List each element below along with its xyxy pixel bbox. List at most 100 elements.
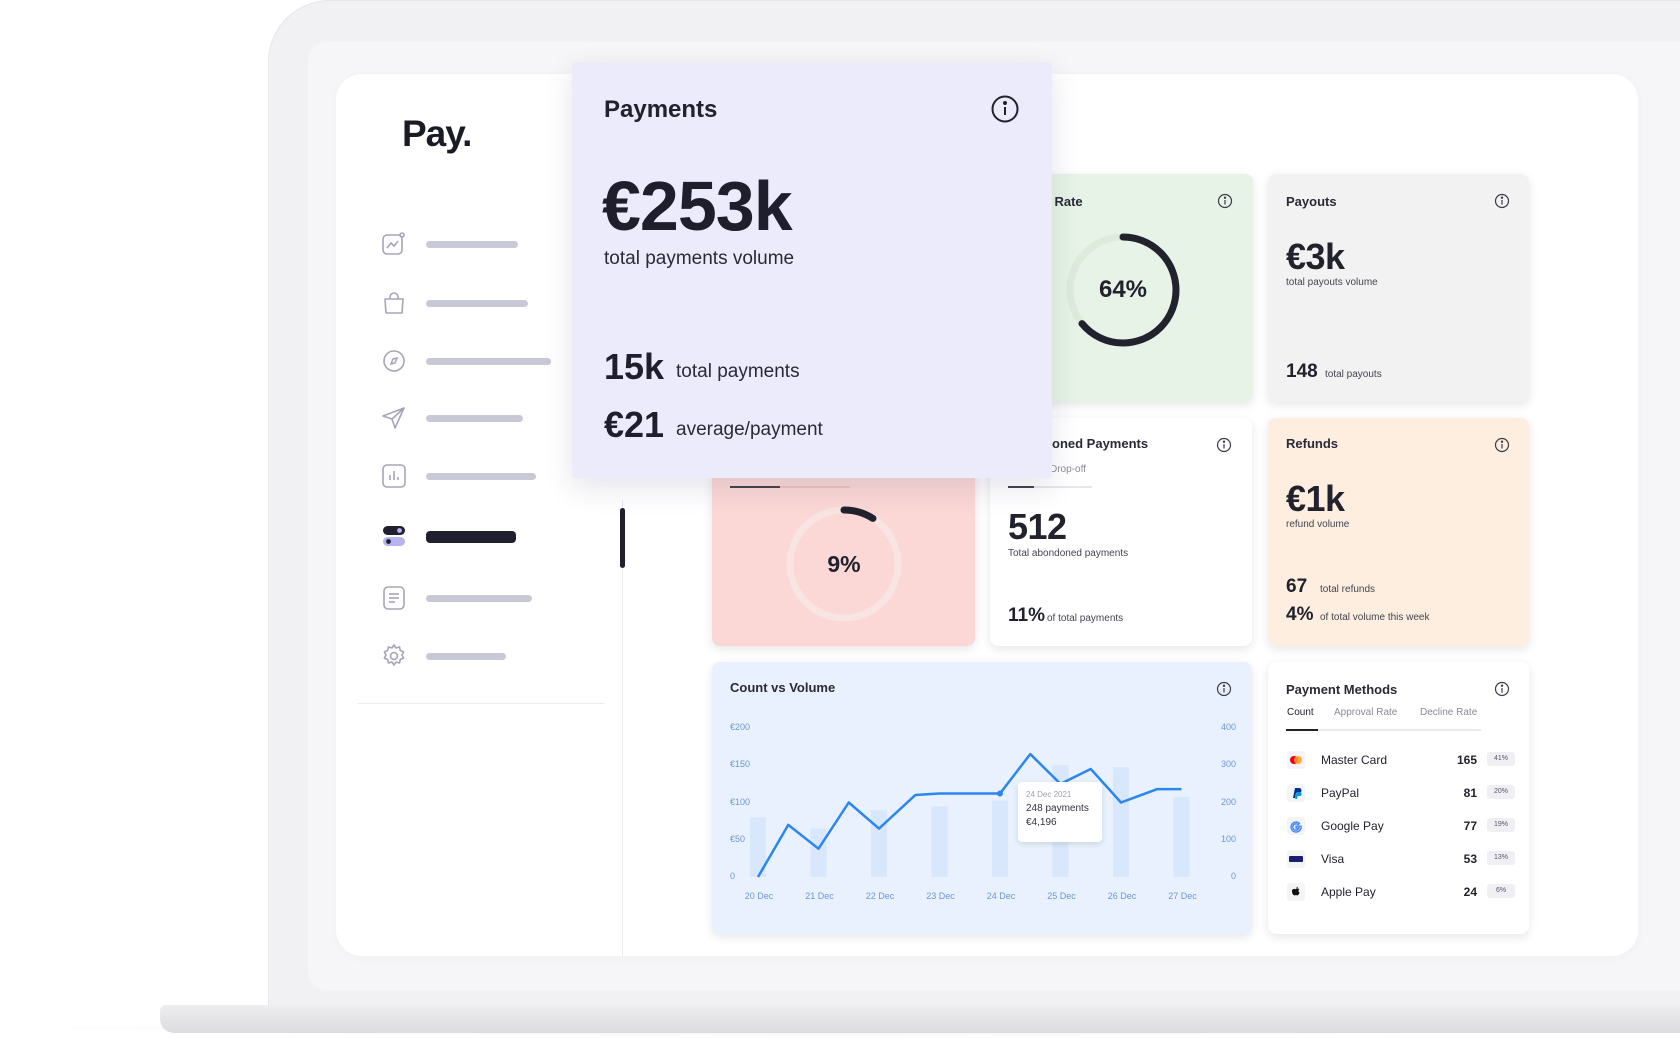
nav-label-placeholder — [426, 653, 506, 660]
laptop-base — [160, 1005, 1680, 1033]
nav-item-send[interactable] — [380, 404, 580, 434]
chart-bar — [810, 828, 827, 877]
sidebar-divider-bottom — [358, 703, 604, 704]
refunds-share: 4% — [1286, 604, 1314, 625]
abandoned-share-label: of total payments — [1047, 613, 1124, 624]
payouts-count: 148 — [1286, 361, 1318, 382]
payment-method-row[interactable]: Google Pay 77 19% — [1287, 814, 1515, 838]
nav-item-shop[interactable] — [380, 289, 580, 319]
toggles-icon — [383, 526, 405, 546]
chart-bar — [1113, 767, 1129, 877]
payments-title: Payments — [604, 96, 718, 123]
payments-card[interactable]: Payments €253k total payments volume 15k… — [572, 62, 1052, 478]
payments-average: €21 — [604, 404, 665, 445]
refunds-title: Refunds — [1286, 436, 1338, 451]
payouts-title: Payouts — [1286, 194, 1337, 209]
payments-count-label: total payments — [676, 361, 800, 382]
tab-underline-active — [1008, 486, 1034, 488]
nav-item-reports[interactable] — [380, 462, 580, 492]
tooltip-payments: 248 payments — [1026, 803, 1089, 814]
nav-label-placeholder — [426, 415, 523, 422]
count-vs-volume-chart — [750, 752, 1190, 878]
payment-method-count: 77 — [1463, 819, 1477, 833]
gear-icon — [383, 644, 405, 666]
payment-method-row[interactable]: Visa 53 13% — [1287, 847, 1515, 871]
payment-method-name: Google Pay — [1321, 819, 1384, 833]
payment-method-row[interactable]: Master Card 165 41% — [1287, 748, 1515, 772]
bar-chart-icon — [382, 464, 406, 488]
apple-pay-icon — [1287, 883, 1305, 901]
info-icon[interactable] — [1494, 681, 1510, 697]
payment-method-row[interactable]: PayPal 81 20% — [1287, 781, 1515, 805]
tab-decline-rate[interactable]: Decline Rate — [1420, 707, 1477, 718]
tab-approval-rate[interactable]: Approval Rate — [1334, 707, 1397, 718]
payouts-card[interactable]: Payouts €3k total payouts volume 148 tot… — [1268, 174, 1529, 402]
info-icon[interactable] — [1494, 193, 1510, 209]
chart-bar — [992, 800, 1008, 877]
scroll-indicator[interactable] — [620, 508, 625, 568]
payment-method-count: 81 — [1463, 786, 1477, 800]
abandoned-count-label: Total abondoned payments — [1008, 548, 1129, 559]
payment-method-percent: 13% — [1487, 851, 1515, 865]
google-pay-icon — [1287, 817, 1305, 835]
chart-bar — [871, 809, 887, 877]
nav-item-analytics[interactable] — [380, 230, 580, 260]
payment-method-name: Master Card — [1321, 753, 1388, 767]
nav-label-placeholder — [426, 241, 518, 248]
decline-rate-value: 9% — [827, 551, 861, 577]
nav-label-placeholder — [426, 473, 536, 480]
nav-label-placeholder — [426, 595, 532, 602]
nav-label-placeholder — [426, 300, 528, 307]
abandoned-count: 512 — [1008, 506, 1067, 547]
tabs-underline-active — [1286, 729, 1318, 731]
payment-method-row[interactable]: Apple Pay 24 6% — [1287, 880, 1515, 904]
info-icon[interactable] — [1217, 193, 1233, 209]
visa-icon — [1287, 850, 1305, 868]
payment-method-name: Apple Pay — [1321, 885, 1376, 899]
tab-drop-off[interactable]: Drop-off — [1050, 464, 1086, 475]
nav-item-explore[interactable] — [380, 347, 580, 377]
shopping-bag-icon — [384, 292, 404, 314]
document-icon — [383, 586, 405, 610]
paypal-icon — [1287, 784, 1305, 802]
refunds-volume-label: refund volume — [1286, 519, 1350, 530]
nav-label-placeholder — [426, 358, 551, 365]
payment-method-count: 53 — [1463, 852, 1477, 866]
count-vs-volume-card[interactable]: Count vs Volume 0 €50 €100 €150 €200 0 100 200 3… — [712, 662, 1252, 934]
payment-method-name: PayPal — [1321, 786, 1360, 800]
nav-item-payments[interactable] — [380, 522, 580, 552]
payment-method-percent: 6% — [1487, 884, 1515, 898]
payment-method-percent: 19% — [1487, 818, 1515, 832]
chart-point — [997, 790, 1003, 797]
approval-rate-value: 64% — [1098, 276, 1148, 303]
payment-method-percent: 41% — [1487, 752, 1515, 766]
payouts-volume: €3k — [1286, 236, 1345, 277]
send-icon — [382, 407, 405, 429]
info-icon[interactable] — [990, 94, 1020, 124]
nav-item-documents[interactable] — [380, 584, 580, 614]
payouts-count-label: total payouts — [1325, 369, 1382, 380]
chart-bar — [1173, 796, 1190, 877]
refunds-share-label: of total volume this week — [1320, 612, 1430, 623]
info-icon[interactable] — [1494, 437, 1510, 453]
approval-rate-card[interactable]: al Rate 64% — [1020, 174, 1253, 402]
abandoned-share: 11% — [1008, 605, 1045, 626]
chart-tooltip: 24 Dec 2021 248 payments €4,196 — [1018, 782, 1102, 842]
compass-icon — [383, 350, 405, 372]
abandoned-title: oned Payments — [1052, 436, 1149, 451]
analytics-icon — [382, 232, 405, 255]
refunds-count-label: total refunds — [1320, 584, 1376, 595]
info-icon[interactable] — [1216, 437, 1232, 453]
payment-method-name: Visa — [1321, 852, 1345, 866]
tooltip-amount: €4,196 — [1026, 817, 1057, 828]
nav-label-placeholder — [426, 531, 516, 543]
nav-item-settings[interactable] — [380, 642, 580, 672]
refunds-card[interactable]: Refunds €1k refund volume 67 total refun… — [1268, 418, 1529, 646]
tab-count[interactable]: Count — [1287, 707, 1314, 718]
payment-method-count: 165 — [1456, 753, 1477, 767]
tooltip-date: 24 Dec 2021 — [1026, 790, 1072, 799]
payment-methods-title: Payment Methods — [1286, 682, 1398, 697]
payment-method-count: 24 — [1463, 885, 1477, 899]
decline-card[interactable]: 9% — [712, 470, 975, 646]
app-logo[interactable]: Pay. — [402, 113, 472, 155]
